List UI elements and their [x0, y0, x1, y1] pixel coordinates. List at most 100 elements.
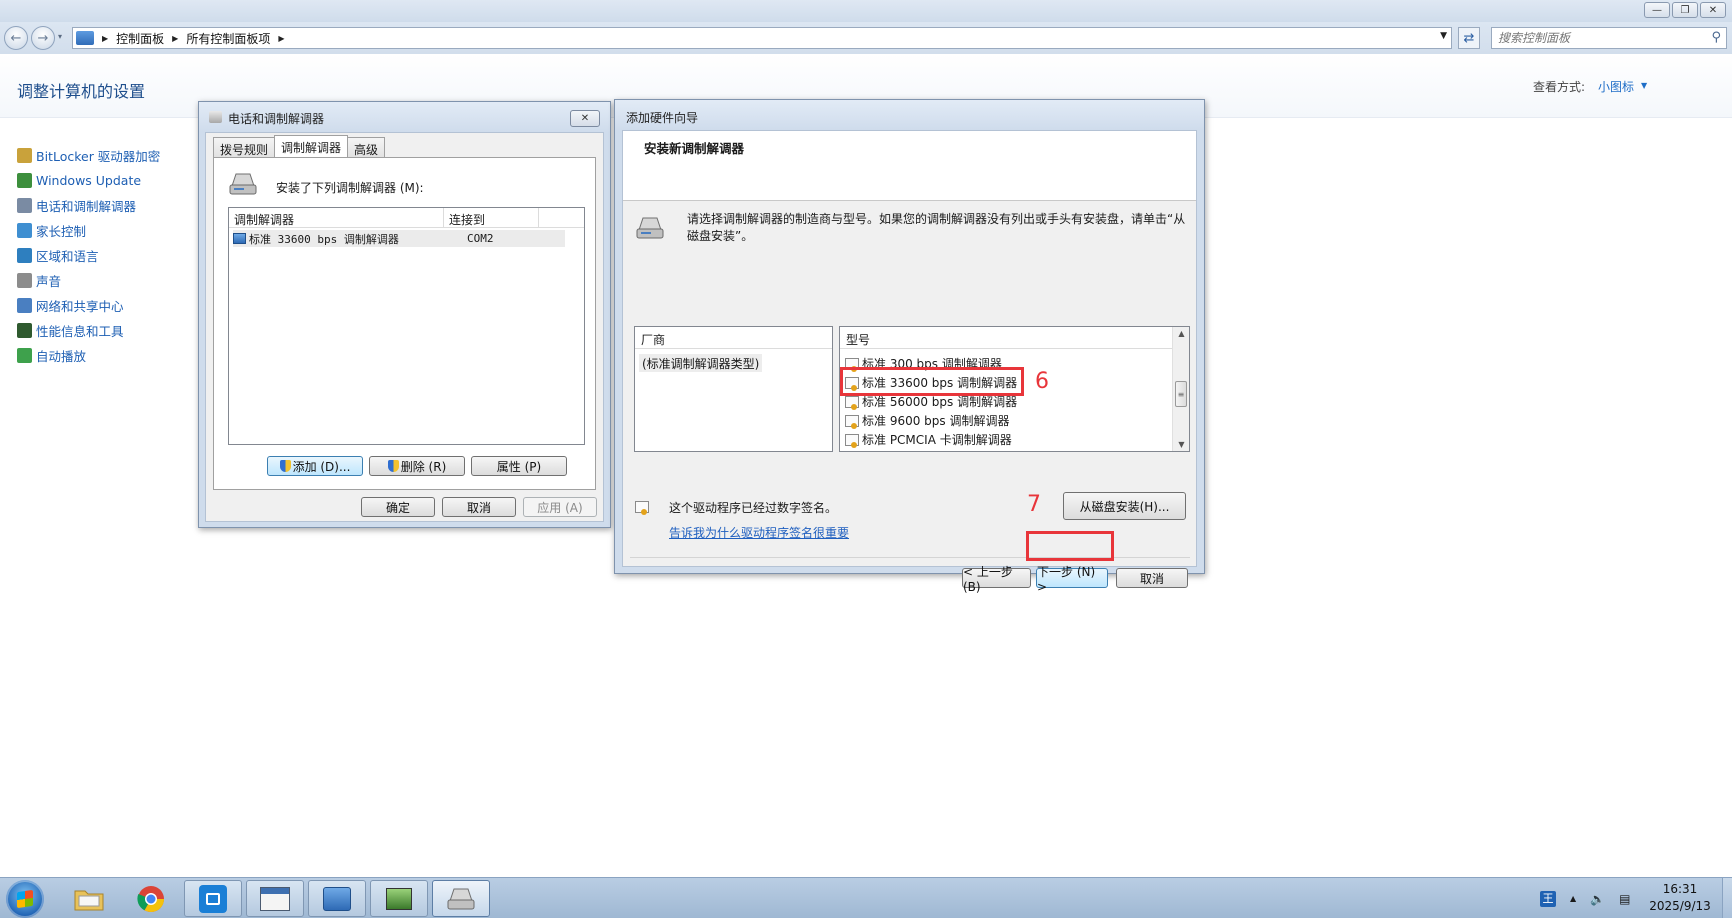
next-button[interactable]: 下一步 (N) >: [1036, 565, 1108, 594]
scroll-thumb[interactable]: ≡: [1175, 381, 1187, 407]
column-header-port[interactable]: 连接到: [444, 208, 539, 227]
modem-listview[interactable]: 调制解调器 连接到 标准 33600 bps 调制解调器 COM2: [228, 207, 585, 445]
cp-item[interactable]: 自动播放: [17, 343, 160, 368]
clock-date: 2025/9/13: [1649, 899, 1711, 913]
shield-icon: [279, 460, 291, 472]
cp-item[interactable]: 区域和语言: [17, 243, 160, 268]
model-list-scrollbar[interactable]: ▲ ≡ ▼: [1172, 327, 1189, 451]
volume-icon[interactable]: 🔈: [1590, 892, 1605, 906]
tab-modems[interactable]: 调制解调器: [274, 135, 349, 157]
cp-item-icon: [17, 273, 32, 288]
ime-indicator[interactable]: 王: [1540, 890, 1556, 907]
dialog-close-button[interactable]: ✕: [570, 110, 600, 127]
wizard-cancel-button[interactable]: 取消: [1116, 568, 1188, 588]
chrome-icon: [137, 885, 165, 912]
taskbar-network-app[interactable]: [370, 880, 428, 917]
breadcrumb-all-items[interactable]: 所有控制面板项: [186, 30, 270, 47]
breadcrumb-control-panel[interactable]: 控制面板: [116, 30, 164, 47]
cp-item[interactable]: BitLocker 驱动器加密: [17, 143, 160, 168]
listview-header: 调制解调器 连接到: [229, 208, 584, 228]
history-dropdown-icon[interactable]: ▾: [58, 32, 62, 41]
taskbar-phone-modem[interactable]: [432, 880, 490, 917]
control-panel-items: BitLocker 驱动器加密 Windows Update 电话和调制解调器 家长控…: [17, 143, 160, 368]
add-modem-button[interactable]: 添加 (D)...: [267, 456, 363, 476]
cp-item[interactable]: 家长控制: [17, 218, 160, 243]
taskbar-store[interactable]: [184, 880, 242, 917]
search-box[interactable]: ⚲: [1491, 27, 1727, 49]
window-controls: — ❐ ✕: [1644, 2, 1726, 18]
cp-item-icon: [17, 173, 32, 188]
annotation-box-step6: [840, 367, 1024, 396]
remove-modem-button[interactable]: 删除 (R): [369, 456, 465, 476]
cp-item-icon: [17, 298, 32, 313]
clock-time: 16:31: [1662, 882, 1698, 896]
cp-item-label: 声音: [36, 274, 62, 289]
wizard-titlebar: 添加硬件向导: [615, 100, 1204, 130]
remove-modem-button-label: 删除 (R): [400, 459, 447, 474]
refresh-button[interactable]: ⇄: [1458, 27, 1480, 49]
list-item[interactable]: 标准 9600 bps 调制解调器: [845, 411, 1009, 430]
back-button[interactable]: < 上一步 (B): [962, 565, 1031, 594]
cp-item[interactable]: 电话和调制解调器: [17, 193, 160, 218]
cp-item-label: 性能信息和工具: [36, 324, 124, 339]
cp-item[interactable]: 网络和共享中心: [17, 293, 160, 318]
modem-icon: [233, 233, 246, 244]
ok-button[interactable]: 确定: [361, 497, 435, 517]
list-item[interactable]: 标准 PCMCIA 卡调制解调器: [845, 430, 1012, 449]
taskbar-control-panel[interactable]: [308, 880, 366, 917]
driver-signing-link[interactable]: 告诉我为什么驱动程序签名很重要: [669, 524, 849, 541]
cp-item-label: 自动播放: [36, 349, 87, 364]
model-label: 标准 9600 bps 调制解调器: [862, 414, 1010, 428]
network-icon: [386, 887, 412, 910]
cp-item[interactable]: 性能信息和工具: [17, 318, 160, 343]
folder-icon: [74, 890, 104, 910]
back-button[interactable]: ←: [4, 26, 28, 50]
shield-icon: [387, 460, 399, 472]
column-header-modem[interactable]: 调制解调器: [229, 208, 444, 227]
annotation-number-7: 7: [1027, 492, 1041, 517]
forward-button[interactable]: →: [31, 26, 55, 50]
taskbar-clock[interactable]: 16:31 2025/9/13: [1640, 881, 1720, 915]
minimize-button[interactable]: —: [1644, 2, 1670, 18]
cancel-button[interactable]: 取消: [442, 497, 516, 517]
cp-item[interactable]: Windows Update: [17, 168, 160, 193]
dialog-title: 电话和调制解调器: [228, 112, 325, 126]
tab-dialing-rules[interactable]: 拨号规则: [213, 137, 276, 157]
manufacturer-list[interactable]: 厂商 (标准调制解调器类型): [634, 326, 833, 452]
start-button[interactable]: [6, 880, 44, 918]
chevron-up-icon[interactable]: ▲: [1570, 894, 1576, 903]
properties-button[interactable]: 属性 (P): [471, 456, 567, 476]
breadcrumb-separator-icon: ▶: [172, 33, 179, 43]
list-item[interactable]: (标准调制解调器类型): [639, 354, 763, 372]
have-disk-button[interactable]: 从磁盘安装(H)...: [1063, 492, 1186, 520]
tab-advanced[interactable]: 高级: [347, 137, 386, 157]
show-desktop-button[interactable]: [1722, 878, 1732, 918]
chevron-down-icon[interactable]: ▼: [1641, 81, 1647, 90]
table-row[interactable]: 标准 33600 bps 调制解调器 COM2: [233, 230, 565, 247]
system-tray: 王 ▲ 🔈 ▤: [1540, 880, 1630, 917]
taskbar-window-app[interactable]: [246, 880, 304, 917]
phone-modem-icon: [447, 888, 475, 909]
manufacturer-header: 厂商: [635, 327, 832, 349]
apply-button[interactable]: 应用 (A): [523, 497, 597, 517]
close-button[interactable]: ✕: [1700, 2, 1726, 18]
add-modem-button-label: 添加 (D)...: [292, 459, 351, 474]
breadcrumb-separator-icon: ▶: [278, 33, 285, 43]
refresh-icon: ⇄: [1463, 30, 1475, 46]
wizard-description: 请选择调制解调器的制造商与型号。如果您的调制解调器没有列出或手头有安装盘，请单击…: [687, 212, 1186, 243]
cp-item[interactable]: 声音: [17, 268, 160, 293]
taskbar-chrome[interactable]: [122, 880, 180, 917]
restore-button[interactable]: ❐: [1672, 2, 1698, 18]
address-dropdown-icon[interactable]: ▼: [1440, 31, 1447, 41]
scroll-down-icon[interactable]: ▼: [1173, 440, 1189, 449]
network-status-icon[interactable]: ▤: [1619, 892, 1630, 906]
dialog-titlebar: 电话和调制解调器 ✕: [199, 102, 610, 132]
taskbar-file-explorer[interactable]: [60, 880, 118, 917]
control-panel-icon: [323, 886, 351, 911]
search-input[interactable]: [1492, 31, 1692, 45]
view-by-dropdown[interactable]: 小图标: [1598, 78, 1634, 95]
address-bar[interactable]: ▶ 控制面板 ▶ 所有控制面板项 ▶ ▼: [72, 27, 1452, 49]
scroll-up-icon[interactable]: ▲: [1173, 329, 1189, 338]
search-icon[interactable]: ⚲: [1711, 30, 1721, 45]
address-row: ← → ▾ ▶ 控制面板 ▶ 所有控制面板项 ▶ ▼ ⇄ ⚲: [0, 22, 1732, 54]
